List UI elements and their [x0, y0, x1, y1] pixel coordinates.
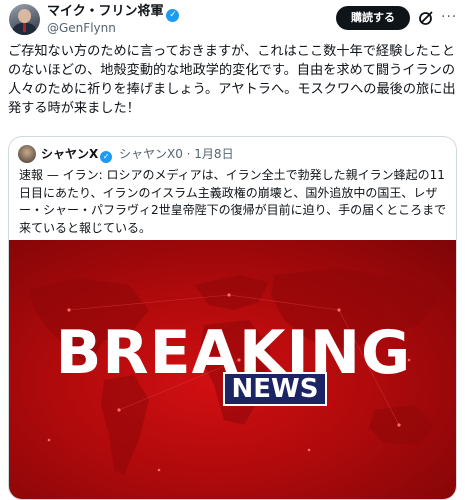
breaking-news-image[interactable]: BREAKING NEWS: [9, 240, 456, 499]
quoted-author-avatar[interactable]: [18, 145, 36, 163]
news-label: NEWS: [231, 374, 319, 404]
author-display-name[interactable]: マイク・フリン将軍: [47, 4, 163, 19]
quoted-tweet-card[interactable]: シャヤンX ✓ シャヤンX0 · 1月8日 速報 — イラン: ロシアのメディアは…: [8, 136, 457, 500]
avatar-tie: [23, 23, 26, 32]
grok-icon[interactable]: [418, 10, 434, 26]
quoted-handle-date[interactable]: シャヤンX0 · 1月8日: [119, 145, 234, 163]
author-handle[interactable]: @GenFlynn: [47, 21, 116, 36]
author-name[interactable]: マイク・フリン将軍 ✓: [47, 4, 180, 22]
quoted-tweet-text: 速報 — イラン: ロシアのメディアは、イラン全土で勃発した親イラン蜂起の11日…: [19, 168, 447, 235]
author-avatar[interactable]: [9, 4, 40, 35]
news-label-box: NEWS: [223, 372, 327, 406]
tweet-text: ご存知ない方のために言っておきますが、これはここ数十年で経験したことのないほどの…: [8, 44, 456, 116]
subscribe-button[interactable]: 購読する: [336, 6, 410, 30]
more-icon[interactable]: ···: [441, 10, 459, 26]
quoted-display-name[interactable]: シャヤンX: [41, 147, 98, 161]
quoted-verified-badge-icon: ✓: [100, 151, 113, 163]
avatar-face: [18, 9, 31, 23]
verified-badge-icon: ✓: [166, 9, 180, 22]
quoted-author-name[interactable]: シャヤンX ✓: [41, 145, 113, 163]
